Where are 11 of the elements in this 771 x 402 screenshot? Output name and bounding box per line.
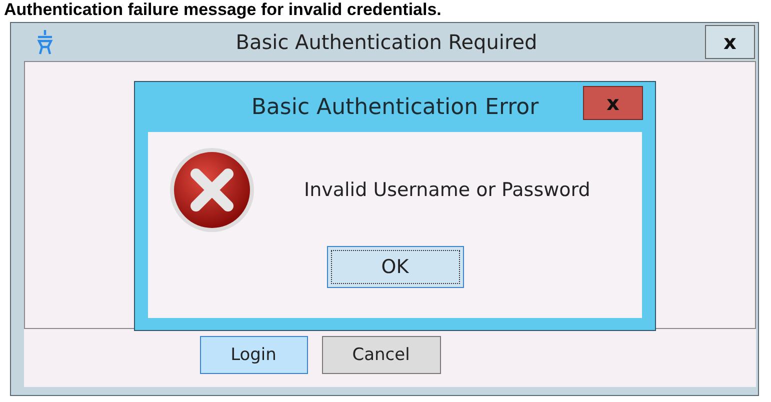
close-button[interactable]: x (583, 86, 643, 120)
error-icon (168, 146, 256, 234)
dialog-title: Basic Authentication Error (250, 94, 540, 120)
plug-icon (35, 29, 55, 55)
window-title: Basic Authentication Required (234, 30, 538, 54)
close-button[interactable]: x (705, 25, 755, 59)
ok-button[interactable]: OK (326, 246, 464, 288)
caption: Authentication failure message for invalid credentials. (3, 0, 442, 20)
login-button[interactable]: Login (200, 336, 308, 374)
cancel-button[interactable]: Cancel (322, 336, 440, 374)
error-message: Invalid Username or Password (304, 179, 590, 201)
